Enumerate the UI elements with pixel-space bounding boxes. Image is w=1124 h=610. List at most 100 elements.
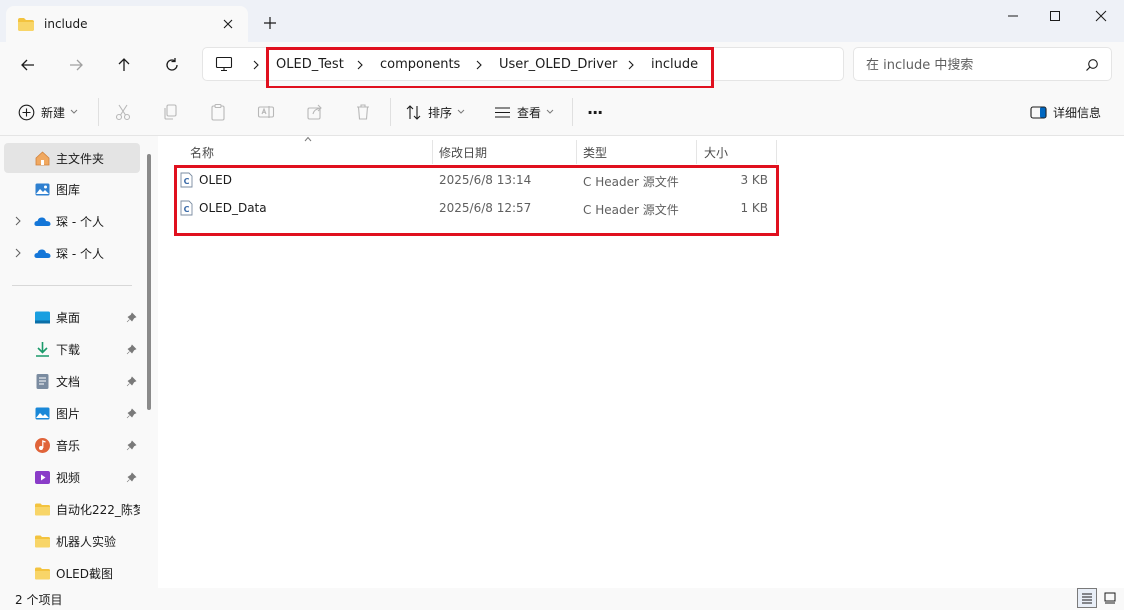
view-list-icon — [495, 106, 510, 118]
pin-icon[interactable] — [126, 311, 137, 323]
music-icon — [35, 437, 50, 453]
navigation-bar: OLED_Test components User_OLED_Driver in… — [0, 42, 1124, 88]
cut-button[interactable] — [113, 102, 133, 122]
sort-label: 排序 — [428, 105, 453, 120]
rename-button[interactable] — [256, 102, 276, 122]
column-divider[interactable] — [576, 140, 577, 164]
share-button[interactable] — [305, 102, 325, 122]
sidebar-item-label: 音乐 — [56, 438, 81, 453]
gallery-icon — [35, 183, 50, 195]
sidebar-item-pictures[interactable]: 图片 — [4, 398, 140, 428]
folder-icon — [35, 503, 50, 515]
chevron-right-icon[interactable] — [14, 216, 22, 226]
pin-icon[interactable] — [126, 439, 137, 451]
chevron-right-icon[interactable] — [355, 59, 365, 71]
sidebar-divider — [12, 285, 132, 286]
pin-icon[interactable] — [126, 375, 137, 387]
close-icon — [1095, 10, 1107, 22]
chevron-right-icon[interactable] — [251, 59, 261, 71]
sidebar-item-onedrive-2[interactable]: 琛 - 个人 — [4, 238, 140, 268]
tab-include[interactable]: include — [6, 6, 248, 42]
sidebar-scrollbar[interactable] — [147, 154, 151, 410]
column-header-name[interactable]: 名称 — [190, 140, 214, 164]
maximize-button[interactable] — [1040, 6, 1070, 26]
rename-icon — [257, 106, 275, 118]
chevron-right-icon[interactable] — [474, 59, 484, 71]
sidebar-item-music[interactable]: 音乐 — [4, 430, 140, 460]
paste-button[interactable] — [208, 102, 228, 122]
search-icon[interactable] — [1085, 58, 1099, 72]
sidebar-item-home[interactable]: 主文件夹 — [4, 143, 140, 173]
maximize-icon — [1050, 11, 1060, 21]
sidebar-item-label: 机器人实验 — [56, 534, 117, 549]
sort-button[interactable]: 排序 — [405, 102, 465, 122]
sidebar-item-folder-oled-screenshots[interactable]: OLED截图 — [4, 558, 140, 588]
column-divider[interactable] — [432, 140, 433, 164]
navigation-pane: 主文件夹 图库 琛 - 个人 琛 - 个人 桌面 下载 文档 图片 音乐 视频 … — [0, 136, 158, 588]
details-view-icon — [1082, 593, 1092, 604]
sidebar-item-label: 下载 — [56, 342, 81, 357]
minimize-button[interactable] — [998, 6, 1028, 26]
new-tab-icon[interactable] — [263, 16, 277, 30]
forward-button[interactable] — [66, 55, 86, 75]
sidebar-item-label: 自动化222_陈梦 — [56, 502, 140, 517]
divider — [390, 98, 391, 126]
refresh-button[interactable] — [162, 55, 182, 75]
sidebar-item-folder-robot-lab[interactable]: 机器人实验 — [4, 526, 140, 556]
pin-icon[interactable] — [126, 343, 137, 355]
close-button[interactable] — [1086, 6, 1116, 26]
up-button[interactable] — [114, 55, 134, 75]
pin-icon[interactable] — [126, 407, 137, 419]
breadcrumb-components[interactable]: components — [380, 57, 460, 72]
up-arrow-icon — [118, 58, 130, 71]
column-header-size[interactable]: 大小 — [704, 140, 728, 164]
delete-button[interactable] — [353, 102, 373, 122]
column-divider[interactable] — [776, 140, 777, 164]
onedrive-cloud-icon — [34, 216, 51, 226]
details-view-button[interactable] — [1077, 588, 1097, 608]
more-options-button[interactable]: ··· — [587, 102, 603, 122]
sidebar-item-downloads[interactable]: 下载 — [4, 334, 140, 364]
sidebar-item-onedrive[interactable]: 琛 - 个人 — [4, 206, 140, 236]
breadcrumb-user-oled-driver[interactable]: User_OLED_Driver — [499, 57, 617, 72]
chevron-down-icon — [70, 109, 78, 114]
file-row[interactable]: C OLED 2025/6/8 13:14 C Header 源文件 3 KB — [174, 167, 778, 195]
pictures-icon — [35, 407, 50, 419]
column-divider[interactable] — [696, 140, 697, 164]
clipboard-icon — [211, 103, 225, 121]
sidebar-item-videos[interactable]: 视频 — [4, 462, 140, 492]
column-header-date[interactable]: 修改日期 — [439, 140, 487, 164]
file-date: 2025/6/8 13:14 — [439, 173, 532, 187]
search-input[interactable] — [866, 56, 1076, 74]
file-row[interactable]: C OLED_Data 2025/6/8 12:57 C Header 源文件 … — [174, 195, 778, 223]
status-bar: 2 个项目 — [0, 588, 1124, 610]
breadcrumb-include[interactable]: include — [651, 57, 698, 72]
back-button[interactable] — [18, 55, 38, 75]
search-box[interactable] — [853, 47, 1112, 81]
view-button[interactable]: 查看 — [494, 102, 554, 122]
copy-button[interactable] — [160, 102, 180, 122]
column-header-type[interactable]: 类型 — [583, 140, 607, 164]
pin-icon[interactable] — [126, 471, 137, 483]
sidebar-item-folder-automation[interactable]: 自动化222_陈梦 — [4, 494, 140, 524]
folder-icon — [35, 567, 50, 579]
breadcrumb-oled-test[interactable]: OLED_Test — [276, 57, 344, 72]
document-icon — [36, 373, 49, 389]
address-bar[interactable]: OLED_Test components User_OLED_Driver in… — [202, 47, 844, 81]
file-type: C Header 源文件 — [583, 203, 679, 217]
file-type: C Header 源文件 — [583, 175, 679, 189]
folder-icon — [18, 17, 34, 31]
back-arrow-icon — [21, 59, 34, 71]
sidebar-item-gallery[interactable]: 图库 — [4, 174, 140, 204]
details-pane-button[interactable]: 详细信息 — [1030, 102, 1101, 122]
sidebar-item-documents[interactable]: 文档 — [4, 366, 140, 396]
tiles-view-button[interactable] — [1100, 588, 1120, 608]
chevron-right-icon[interactable] — [14, 248, 22, 258]
close-tab-icon[interactable] — [220, 16, 236, 32]
sidebar-item-label: 图片 — [56, 406, 81, 421]
chevron-right-icon[interactable] — [626, 59, 636, 71]
sidebar-item-desktop[interactable]: 桌面 — [4, 302, 140, 332]
this-pc-icon[interactable] — [215, 56, 233, 72]
trash-icon — [357, 104, 369, 120]
new-button[interactable]: 新建 — [18, 102, 78, 122]
